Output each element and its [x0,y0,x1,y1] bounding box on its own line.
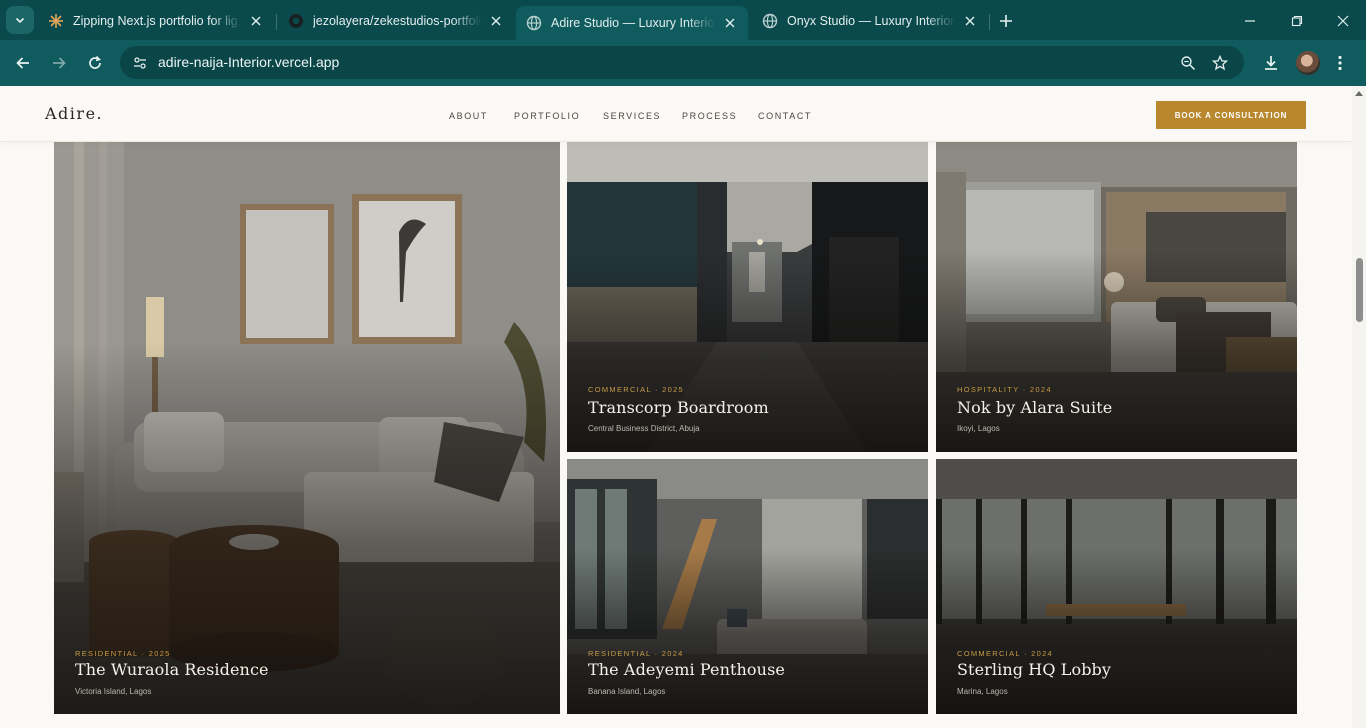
page-viewport: Adire. ABOUT PORTFOLIO SERVICES PROCESS … [0,86,1352,728]
tab-separator [989,14,990,30]
project-location: Central Business District, Abuja [588,424,700,433]
close-icon[interactable] [722,15,738,31]
url-text: adire-naija-Interior.vercel.app [158,54,340,70]
project-location: Ikoyi, Lagos [957,424,1000,433]
scrollbar-thumb[interactable] [1356,258,1363,322]
project-category: HOSPITALITY · 2024 [957,385,1052,394]
project-category: COMMERCIAL · 2024 [957,649,1054,658]
globe-icon [526,15,542,31]
project-card[interactable]: RESIDENTIAL · 2024 The Adeyemi Penthouse… [567,459,928,714]
tab-title: Zipping Next.js portfolio for lig [73,14,238,28]
bookmark-star-icon[interactable] [1210,53,1230,73]
close-icon[interactable] [488,13,504,29]
globe-icon [762,13,778,29]
more-menu-icon[interactable] [1328,51,1352,75]
sun-icon [48,13,64,29]
nav-link-portfolio[interactable]: PORTFOLIO [514,111,580,121]
project-card[interactable]: RESIDENTIAL · 2025 The Wuraola Residence… [54,142,560,714]
project-name: Nok by Alara Suite [957,398,1113,417]
tab-title: Adire Studio — Luxury Interior D [551,16,717,30]
book-consultation-button[interactable]: BOOK A CONSULTATION [1156,101,1306,129]
tab-title: jezolayera/zekestudios-portfolio [313,14,483,28]
new-tab-button[interactable] [994,9,1018,33]
arrow-left-icon [16,57,29,69]
project-name: Transcorp Boardroom [588,398,769,417]
reload-icon [89,55,101,69]
tab-search-button[interactable] [6,6,34,34]
nav-link-contact[interactable]: CONTACT [758,111,812,121]
project-category: RESIDENTIAL · 2025 [75,649,171,658]
close-icon [1337,15,1349,27]
download-icon[interactable] [1259,51,1283,75]
page-scrollbar[interactable] [1352,86,1366,728]
minimize-icon [1245,20,1255,22]
browser-tab-strip: Zipping Next.js portfolio for lig jezola… [0,0,1366,40]
project-location: Victoria Island, Lagos [75,687,152,696]
tab-zipping[interactable]: Zipping Next.js portfolio for lig [38,6,274,36]
tab-separator [276,14,277,30]
project-location: Banana Island, Lagos [588,687,666,696]
chevron-down-icon [15,17,25,24]
project-location: Marina, Lagos [957,687,1008,696]
profile-avatar[interactable] [1296,51,1320,75]
close-icon[interactable] [248,13,264,29]
tab-adire-studio[interactable]: Adire Studio — Luxury Interior D [516,6,748,40]
close-window-button[interactable] [1330,8,1356,34]
project-name: Sterling HQ Lobby [957,660,1112,679]
github-icon [288,13,304,29]
project-card[interactable]: HOSPITALITY · 2024 Nok by Alara Suite Ik… [936,142,1297,452]
forward-button[interactable] [46,50,72,76]
reload-button[interactable] [82,50,108,76]
browser-toolbar: adire-naija-Interior.vercel.app [0,40,1366,86]
project-card[interactable]: COMMERCIAL · 2024 Sterling HQ Lobby Mari… [936,459,1297,714]
address-bar[interactable]: adire-naija-Interior.vercel.app [120,46,1244,79]
restore-icon [1291,15,1303,27]
nav-link-about[interactable]: ABOUT [449,111,488,121]
back-button[interactable] [10,50,36,76]
project-name: The Wuraola Residence [75,660,269,679]
project-category: RESIDENTIAL · 2024 [588,649,684,658]
arrow-right-icon [53,57,66,69]
site-info-icon[interactable] [130,53,150,73]
tab-title: Onyx Studio — Luxury Interior D [787,14,957,28]
nav-link-process[interactable]: PROCESS [682,111,737,121]
tab-onyx-studio[interactable]: Onyx Studio — Luxury Interior D [752,6,988,36]
nav-link-services[interactable]: SERVICES [603,111,661,121]
restore-button[interactable] [1284,8,1310,34]
tab-github[interactable]: jezolayera/zekestudios-portfolio [278,6,514,36]
project-category: COMMERCIAL · 2025 [588,385,685,394]
project-name: The Adeyemi Penthouse [588,660,785,679]
project-card[interactable]: COMMERCIAL · 2025 Transcorp Boardroom Ce… [567,142,928,452]
site-logo[interactable]: Adire. [45,104,103,123]
minimize-button[interactable] [1237,8,1263,34]
plus-icon [1000,15,1012,27]
scroll-up-arrow[interactable] [1355,91,1363,96]
site-header: Adire. ABOUT PORTFOLIO SERVICES PROCESS … [0,86,1352,142]
zoom-icon[interactable] [1178,53,1198,73]
photo-overlay [54,142,560,714]
close-icon[interactable] [962,13,978,29]
